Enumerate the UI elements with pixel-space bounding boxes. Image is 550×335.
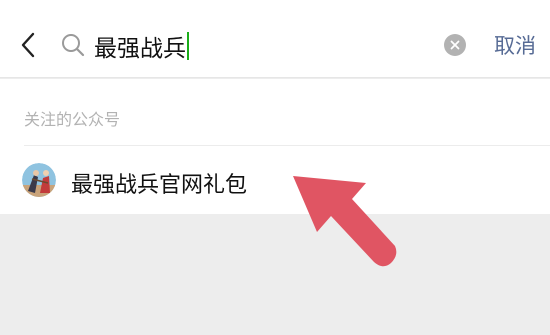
search-bar: 最强战兵 取消: [0, 0, 550, 78]
text-caret: [187, 32, 189, 60]
clear-icon: [450, 40, 460, 50]
search-query-text: 最强战兵: [94, 36, 186, 62]
avatar: [22, 163, 56, 197]
back-button[interactable]: [14, 25, 42, 65]
cancel-button[interactable]: 取消: [494, 30, 536, 60]
back-arrow-icon: [21, 32, 35, 58]
clear-button[interactable]: [444, 34, 466, 56]
search-results-panel: 关注的公众号 最强战兵官网礼包: [0, 79, 550, 214]
result-item[interactable]: 最强战兵官网礼包: [0, 146, 550, 214]
section-title: 关注的公众号: [24, 110, 121, 129]
avatar-image: [22, 163, 56, 197]
result-item-name: 最强战兵官网礼包: [71, 173, 248, 198]
search-input[interactable]: 最强战兵: [94, 26, 424, 66]
search-icon: [62, 34, 85, 57]
